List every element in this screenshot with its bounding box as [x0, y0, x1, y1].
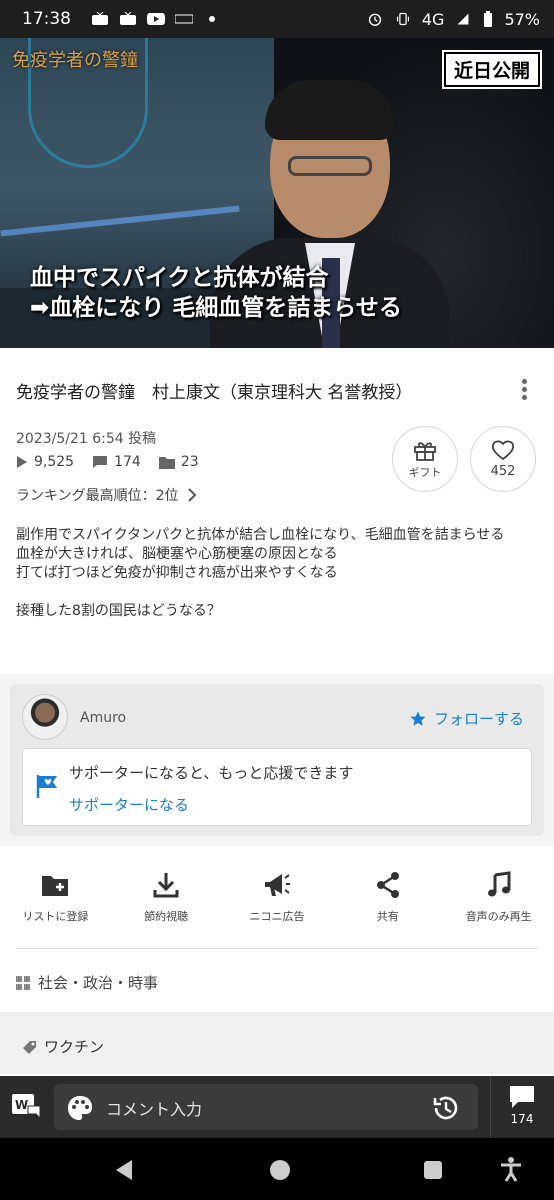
gift-button[interactable]: ギフト	[392, 426, 458, 492]
svg-text:W: W	[15, 1098, 28, 1112]
dot-icon	[209, 16, 215, 22]
comment-placeholder: コメント入力	[106, 1100, 203, 1119]
word-filter-icon[interactable]: W	[12, 1092, 42, 1120]
video-stats: 9,525 174 23	[16, 454, 199, 470]
signal-icon	[457, 13, 469, 25]
network-label: 4G	[421, 9, 445, 29]
like-button[interactable]: 452	[470, 426, 536, 492]
mylist-count: 23	[180, 454, 199, 470]
audio-only-label: 音声のみ再生	[465, 910, 532, 923]
category-link[interactable]: 社会・政治・時事	[16, 972, 158, 993]
ranking-link[interactable]: ランキング最高順位：2位	[16, 485, 197, 505]
tag-icon	[23, 1040, 36, 1054]
avatar[interactable]	[22, 694, 68, 740]
subtitle-line-2: ➡血栓になり 毛細血管を詰まらせる	[30, 295, 402, 321]
tv-icon	[120, 12, 136, 25]
megaphone-icon	[264, 874, 290, 896]
subtitle-line-1: 血中でスパイクと抗体が結合	[30, 265, 329, 291]
alarm-icon	[368, 13, 382, 26]
star-icon	[410, 711, 426, 726]
comment-list-button[interactable]: 174	[500, 1084, 544, 1134]
playlist-add-icon	[42, 876, 69, 896]
comment-icon	[93, 456, 108, 468]
coming-soon-badge: 近日公開	[441, 50, 543, 89]
gift-label: ギフト	[408, 465, 442, 479]
comment-count: 174	[114, 454, 141, 470]
accessibility-icon[interactable]	[498, 1156, 524, 1182]
add-to-list-label: リストに登録	[22, 910, 89, 923]
uploader-name[interactable]: Amuro	[80, 710, 126, 726]
home-icon[interactable]	[270, 1160, 290, 1180]
ranking-text: ランキング最高順位：2位	[16, 488, 179, 504]
video-brand-logo: 免疫学者の警鐘	[12, 50, 138, 71]
save-data-label: 節約視聴	[144, 910, 189, 923]
comment-input[interactable]: コメント入力	[54, 1084, 478, 1130]
video-title: 免疫学者の警鐘 村上康文（東京理科大 名誉教授）	[16, 383, 413, 403]
share-icon	[376, 872, 399, 898]
uploader-card: Amuro フォローする サポーターになると、もっと応援できます サポーターにな…	[10, 684, 544, 836]
like-count: 452	[490, 464, 516, 479]
nitori-icon	[175, 14, 193, 24]
save-data-button[interactable]: 節約視聴	[111, 870, 222, 924]
music-note-icon	[487, 871, 511, 897]
palette-icon[interactable]	[66, 1094, 94, 1122]
folder-icon	[158, 456, 175, 469]
share-label: 共有	[376, 910, 399, 923]
more-options-icon[interactable]	[518, 376, 530, 402]
comment-bar-count: 174	[510, 1112, 534, 1126]
vibrate-icon	[396, 12, 409, 26]
heart-flag-icon	[36, 775, 57, 798]
status-time: 17:38	[22, 9, 71, 29]
heart-icon	[491, 440, 515, 461]
video-subtitle: 血中でスパイクと抗体が結合 ➡血栓になり 毛細血管を詰まらせる	[30, 263, 402, 323]
action-row: リストに登録 節約視聴 ニコニ広告 共有 音声のみ再生	[0, 870, 554, 924]
posted-date: 2023/5/21 6:54 投稿	[16, 431, 157, 447]
become-supporter-link[interactable]: サポーターになる	[69, 794, 189, 815]
add-to-list-button[interactable]: リストに登録	[0, 870, 111, 924]
play-icon	[17, 456, 27, 468]
history-icon[interactable]	[432, 1094, 460, 1122]
share-button[interactable]: 共有	[332, 870, 443, 924]
download-icon	[153, 873, 179, 898]
recent-apps-icon[interactable]	[424, 1161, 442, 1179]
view-count: 9,525	[34, 454, 75, 470]
comment-bubble-icon	[510, 1086, 534, 1108]
follow-label: フォローする	[433, 710, 524, 728]
comment-bar: W コメント入力 174	[0, 1076, 554, 1138]
nico-ad-label: ニコニ広告	[249, 910, 305, 923]
tag-item[interactable]: ワクチン	[22, 1036, 104, 1057]
grid-icon	[16, 975, 30, 990]
follow-button[interactable]: フォローする	[410, 708, 524, 729]
video-description: 副作用でスパイクタンパクと抗体が結合し血栓になり、毛細血管を詰まらせる 血栓が大…	[16, 527, 505, 619]
chevron-right-icon	[187, 488, 196, 502]
divider	[16, 948, 538, 949]
back-icon[interactable]	[116, 1160, 132, 1180]
video-player[interactable]: 免疫学者の警鐘 近日公開 血中でスパイクと抗体が結合 ➡血栓になり 毛細血管を詰…	[0, 38, 554, 348]
youtube-icon	[147, 13, 165, 25]
tag-label: ワクチン	[44, 1038, 105, 1056]
status-bar: 17:38 4G 57%	[0, 0, 554, 38]
supporter-text: サポーターになると、もっと応援できます	[69, 764, 354, 782]
tv-icon	[92, 12, 108, 25]
battery-icon	[484, 11, 493, 27]
audio-only-button[interactable]: 音声のみ再生	[443, 870, 554, 924]
gift-icon	[414, 441, 436, 461]
battery-percent: 57%	[504, 9, 540, 29]
system-nav-bar	[0, 1138, 554, 1200]
video-info: 免疫学者の警鐘 村上康文（東京理科大 名誉教授） 2023/5/21 6:54 …	[0, 348, 554, 674]
nico-ad-button[interactable]: ニコニ広告	[222, 870, 333, 924]
supporter-box: サポーターになると、もっと応援できます サポーターになる	[22, 748, 532, 826]
category-label: 社会・政治・時事	[38, 974, 159, 992]
